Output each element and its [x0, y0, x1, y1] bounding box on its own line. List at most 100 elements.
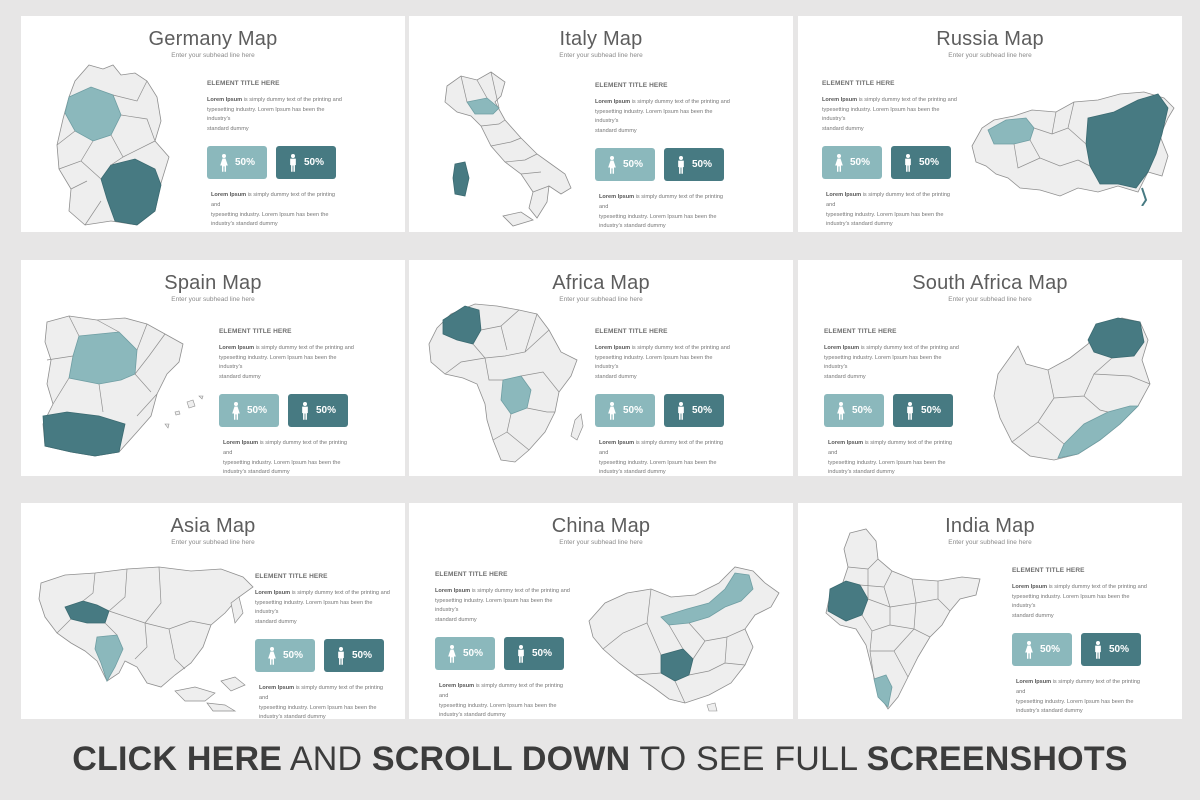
slide-south-africa[interactable]: South Africa Map Enter your subhead line…: [798, 260, 1182, 476]
cta-banner[interactable]: CLICK HERE AND SCROLL DOWN TO SEE FULL S…: [0, 740, 1200, 779]
body-paragraph-2: Lorem Ipsum is simply dummy text of the …: [259, 685, 384, 719]
gender-stats: 50% 50%: [595, 148, 730, 182]
slide-spain[interactable]: Spain Map Enter your subhead line here E…: [21, 260, 405, 476]
male-person-icon: [288, 153, 298, 173]
female-stat: 50%: [207, 146, 267, 180]
africa-map: [428, 303, 584, 463]
text-block: ELEMENT TITLE HERE Lorem Ipsum is simply…: [435, 571, 570, 719]
text-block: ELEMENT TITLE HERE Lorem Ipsum is simply…: [595, 82, 730, 232]
russia-map: [971, 91, 1175, 206]
body-paragraph: Lorem Ipsum is simply dummy text of the …: [595, 345, 730, 380]
slide-subhead: Enter your subhead line here: [559, 539, 643, 546]
gender-stats: 50% 50%: [255, 639, 390, 673]
cta-click-here[interactable]: CLICK HERE: [72, 740, 282, 778]
element-title: ELEMENT TITLE HERE: [595, 328, 668, 335]
male-stat: 50%: [324, 639, 384, 673]
slide-italy[interactable]: Italy Map Enter your subhead line here E…: [409, 16, 793, 232]
element-title: ELEMENT TITLE HERE: [435, 571, 508, 578]
male-person-icon: [903, 153, 913, 173]
cta-and: AND: [282, 740, 372, 778]
germany-map: [56, 64, 170, 226]
slide-subhead: Enter your subhead line here: [948, 52, 1032, 59]
slide-china[interactable]: China Map Enter your subhead line here E…: [409, 503, 793, 719]
body-paragraph: Lorem Ipsum is simply dummy text of the …: [595, 99, 730, 134]
china-map: [588, 566, 780, 712]
slide-africa[interactable]: Africa Map Enter your subhead line here …: [409, 260, 793, 476]
male-stat: 50%: [1081, 633, 1141, 667]
body-paragraph-2: Lorem Ipsum is simply dummy text of the …: [439, 683, 564, 719]
element-title: ELEMENT TITLE HERE: [595, 82, 668, 89]
female-person-icon: [836, 401, 846, 421]
female-person-icon: [447, 644, 457, 664]
female-person-icon: [267, 646, 277, 666]
slide-subhead: Enter your subhead line here: [948, 296, 1032, 303]
female-stat: 50%: [595, 148, 655, 182]
body-paragraph-2: Lorem Ipsum is simply dummy text of the …: [826, 192, 951, 228]
gender-stats: 50% 50%: [219, 394, 354, 428]
gender-stats: 50% 50%: [822, 146, 957, 180]
female-stat: 50%: [435, 637, 495, 671]
text-block: ELEMENT TITLE HERE Lorem Ipsum is simply…: [255, 573, 390, 719]
slide-subhead: Enter your subhead line here: [171, 52, 255, 59]
body-paragraph-2: Lorem Ipsum is simply dummy text of the …: [1016, 679, 1141, 715]
cta-scroll-down: SCROLL DOWN: [371, 740, 631, 778]
slide-asia[interactable]: Asia Map Enter your subhead line here EL…: [21, 503, 405, 719]
slide-title: Italy Map: [559, 28, 643, 50]
female-person-icon: [219, 153, 229, 173]
body-paragraph-2: Lorem Ipsum is simply dummy text of the …: [828, 440, 953, 476]
female-person-icon: [231, 401, 241, 421]
body-paragraph: Lorem Ipsum is simply dummy text of the …: [824, 345, 959, 380]
text-block: ELEMENT TITLE HERE Lorem Ipsum is simply…: [219, 328, 354, 476]
slide-title: South Africa Map: [912, 272, 1068, 294]
cta-to-see-full: TO SEE FULL: [630, 740, 867, 778]
slide-subhead: Enter your subhead line here: [171, 539, 255, 546]
male-person-icon: [676, 401, 686, 421]
element-title: ELEMENT TITLE HERE: [207, 80, 280, 87]
slide-subhead: Enter your subhead line here: [559, 52, 643, 59]
slide-title: Spain Map: [164, 272, 262, 294]
female-stat: 50%: [1012, 633, 1072, 667]
male-person-icon: [300, 401, 310, 421]
female-person-icon: [607, 401, 617, 421]
element-title: ELEMENT TITLE HERE: [1012, 567, 1085, 574]
text-block: ELEMENT TITLE HERE Lorem Ipsum is simply…: [595, 328, 730, 476]
body-paragraph: Lorem Ipsum is simply dummy text of the …: [435, 588, 570, 623]
text-block: ELEMENT TITLE HERE Lorem Ipsum is simply…: [207, 80, 342, 230]
male-stat: 50%: [891, 146, 951, 180]
india-map: [825, 528, 981, 710]
slide-germany[interactable]: Germany Map Enter your subhead line here…: [21, 16, 405, 232]
slide-title: Africa Map: [552, 272, 650, 294]
male-person-icon: [516, 644, 526, 664]
element-title: ELEMENT TITLE HERE: [822, 80, 895, 87]
cta-screenshots: SCREENSHOTS: [866, 740, 1128, 778]
male-stat: 50%: [276, 146, 336, 180]
female-stat: 50%: [824, 394, 884, 428]
female-stat: 50%: [595, 394, 655, 428]
body-paragraph: Lorem Ipsum is simply dummy text of the …: [255, 590, 390, 625]
asia-map: [38, 566, 254, 712]
male-stat: 50%: [288, 394, 348, 428]
south-africa-map: [993, 317, 1151, 461]
slide-title: Russia Map: [936, 28, 1044, 50]
gender-stats: 50% 50%: [207, 146, 342, 180]
female-person-icon: [607, 155, 617, 175]
italy-map: [444, 71, 572, 227]
gender-stats: 50% 50%: [1012, 633, 1147, 667]
slide-subhead: Enter your subhead line here: [171, 296, 255, 303]
text-block: ELEMENT TITLE HERE Lorem Ipsum is simply…: [824, 328, 959, 476]
text-block: ELEMENT TITLE HERE Lorem Ipsum is simply…: [1012, 567, 1147, 717]
female-stat: 50%: [822, 146, 882, 180]
male-person-icon: [676, 155, 686, 175]
body-paragraph-2: Lorem Ipsum is simply dummy text of the …: [599, 194, 724, 230]
slide-russia[interactable]: Russia Map Enter your subhead line here …: [798, 16, 1182, 232]
male-stat: 50%: [893, 394, 953, 428]
text-block: ELEMENT TITLE HERE Lorem Ipsum is simply…: [822, 80, 957, 230]
male-person-icon: [905, 401, 915, 421]
body-paragraph-2: Lorem Ipsum is simply dummy text of the …: [223, 440, 348, 476]
gender-stats: 50% 50%: [435, 637, 570, 671]
element-title: ELEMENT TITLE HERE: [219, 328, 292, 335]
male-stat: 50%: [664, 394, 724, 428]
gender-stats: 50% 50%: [824, 394, 959, 428]
slide-title: China Map: [551, 515, 651, 537]
slide-india[interactable]: India Map Enter your subhead line here E…: [798, 503, 1182, 719]
